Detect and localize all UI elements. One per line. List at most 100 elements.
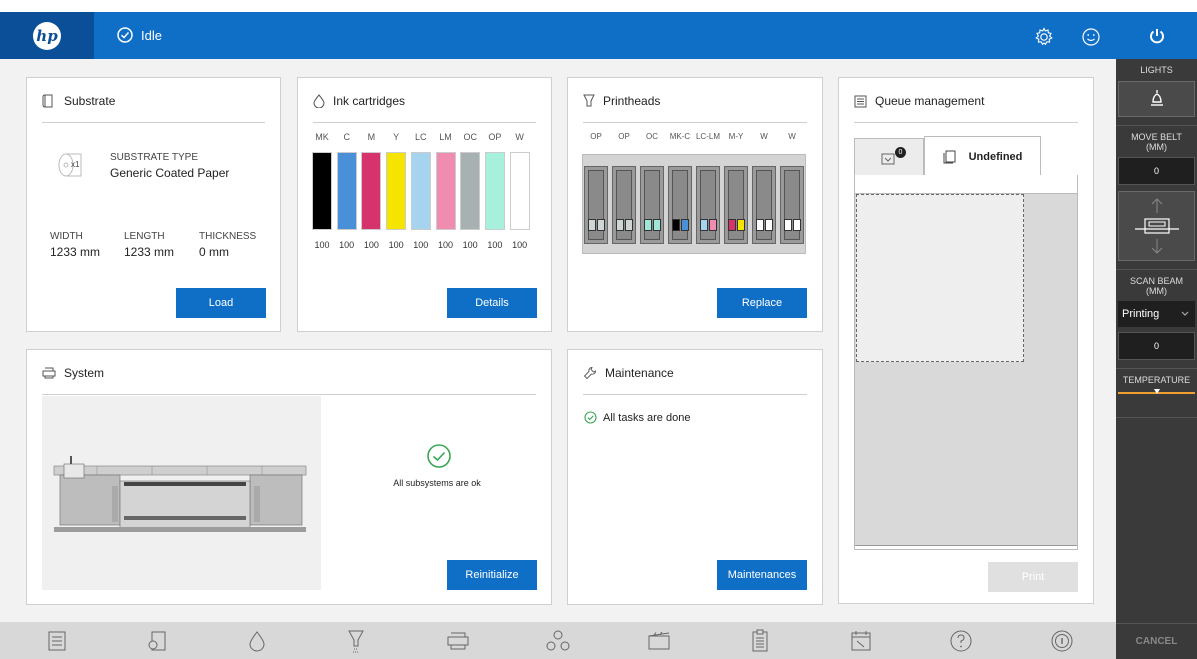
width-value: 1233 mm <box>50 245 101 259</box>
card-divider <box>42 394 536 395</box>
roll-count: x1 <box>71 160 80 169</box>
roll-icon <box>58 153 82 177</box>
check-circle-icon <box>584 411 597 424</box>
scan-beam-label: SCAN BEAM (MM) <box>1129 276 1183 296</box>
printhead-color-swatch <box>644 219 652 231</box>
nav-maintenance[interactable] <box>848 628 874 654</box>
power-button[interactable] <box>1116 12 1197 59</box>
ink-cartridge-name: OC <box>463 132 477 142</box>
ink-cartridge-bar[interactable] <box>509 152 530 230</box>
ink-cartridge-bar[interactable] <box>460 152 481 230</box>
thickness-value: 0 mm <box>199 245 229 259</box>
scan-beam-select-value: Printing <box>1122 308 1160 320</box>
printhead-slot[interactable] <box>780 166 804 244</box>
card-divider <box>313 122 536 123</box>
printheads-card: Printheads OP OP OC MK-C LC-LM M-Y W W Replace <box>567 77 823 332</box>
settings-button[interactable] <box>1034 27 1054 47</box>
network-icon <box>546 630 570 651</box>
print-button[interactable]: Print <box>988 562 1078 592</box>
maintenances-button[interactable]: Maintenances <box>717 560 807 590</box>
ink-cartridge-bar[interactable] <box>312 152 332 230</box>
list-icon <box>48 631 66 651</box>
printhead-slot[interactable] <box>696 166 720 244</box>
ink-cartridge-bar[interactable] <box>410 152 431 230</box>
check-circle-icon <box>117 27 133 43</box>
nav-network[interactable] <box>545 628 571 654</box>
cancel-button[interactable]: CANCEL <box>1116 623 1197 659</box>
queue-management-card: Queue management 0 Undefined Print <box>838 77 1094 604</box>
printhead-color-swatch <box>588 219 596 231</box>
clipboard-icon <box>752 629 768 652</box>
substrate-roll-icon <box>148 631 166 651</box>
ink-cartridge-bar[interactable] <box>361 152 382 230</box>
printhead-slot[interactable] <box>752 166 776 244</box>
status-label: Idle <box>141 27 162 43</box>
bottom-navigation <box>0 622 1116 659</box>
ink-level-fill <box>362 153 381 229</box>
ink-cartridge-name: MK <box>315 132 329 142</box>
ink-level-fill <box>337 153 356 229</box>
printhead-slot[interactable] <box>640 166 664 244</box>
nav-ink[interactable] <box>244 628 270 654</box>
printhead-color-swatch <box>709 219 717 231</box>
system-title-label: System <box>64 366 105 380</box>
move-belt-control[interactable] <box>1118 191 1195 261</box>
printhead-color-swatch <box>616 219 624 231</box>
printhead-list: OP OP OC MK-C LC-LM M-Y W W <box>582 132 810 258</box>
ink-cartridge-bar[interactable] <box>386 152 407 230</box>
printhead-color-swatch <box>625 219 633 231</box>
ink-cartridge-bar[interactable] <box>336 152 357 230</box>
ink-cartridge-name: Y <box>393 132 400 142</box>
ink-cartridge-name: OP <box>488 132 502 142</box>
nav-jobs[interactable] <box>44 628 70 654</box>
reinitialize-button[interactable]: Reinitialize <box>447 560 537 590</box>
nav-info[interactable] <box>1049 628 1075 654</box>
load-button[interactable]: Load <box>176 288 266 318</box>
nav-system[interactable] <box>445 628 471 654</box>
printer-illustration <box>42 396 321 590</box>
roll-graphic: x1 <box>55 150 85 180</box>
list-icon <box>854 95 867 107</box>
queue-badge: 0 <box>895 147 906 158</box>
printhead-color-swatch <box>784 219 792 231</box>
printhead-color-swatch <box>756 219 764 231</box>
top-margin <box>0 0 1197 12</box>
printhead-color-swatch <box>700 219 708 231</box>
details-button[interactable]: Details <box>447 288 537 318</box>
smiley-icon <box>1082 28 1100 46</box>
printhead-slot[interactable] <box>584 166 608 244</box>
maintenance-title-label: Maintenance <box>605 366 674 380</box>
maintenance-status-text: All tasks are done <box>603 411 691 424</box>
printheads-title: Printheads <box>583 94 660 108</box>
ink-title-label: Ink cartridges <box>333 94 406 108</box>
printhead-slot[interactable] <box>612 166 636 244</box>
scan-beam-select[interactable]: Printing <box>1118 301 1195 327</box>
queue-undefined-tab[interactable]: Undefined <box>924 136 1041 176</box>
ink-level-fill <box>510 153 529 229</box>
check-circle-icon <box>427 444 451 468</box>
nav-substrate[interactable] <box>144 628 170 654</box>
nav-media[interactable] <box>646 628 672 654</box>
printhead-icon <box>348 630 364 653</box>
queue-inbox-tab[interactable]: 0 <box>854 138 924 176</box>
printhead-slot[interactable] <box>668 166 692 244</box>
ink-cartridge-bar[interactable] <box>484 152 505 230</box>
substrate-type-label: SUBSTRATE TYPE <box>110 152 198 163</box>
hp-logo-block[interactable]: hp <box>0 12 94 59</box>
move-belt-input[interactable]: 0 <box>1118 157 1195 185</box>
help-icon <box>950 630 972 652</box>
nav-printheads[interactable] <box>343 628 369 654</box>
replace-button[interactable]: Replace <box>717 288 807 318</box>
belt-move-icon <box>1134 198 1179 254</box>
copy-icon <box>943 150 956 163</box>
printhead-slot[interactable] <box>724 166 748 244</box>
scan-beam-input[interactable]: 0 <box>1118 332 1195 360</box>
ink-cartridge-bar[interactable] <box>435 152 456 230</box>
ink-cartridge-name: M <box>367 132 376 142</box>
printhead-color-swatch <box>681 219 689 231</box>
nav-reports[interactable] <box>747 628 773 654</box>
nav-help[interactable] <box>948 628 974 654</box>
user-feedback-button[interactable] <box>1081 27 1101 47</box>
system-card: System All subsystems are ok Reinitializ… <box>26 349 552 605</box>
lights-button[interactable] <box>1118 81 1195 117</box>
